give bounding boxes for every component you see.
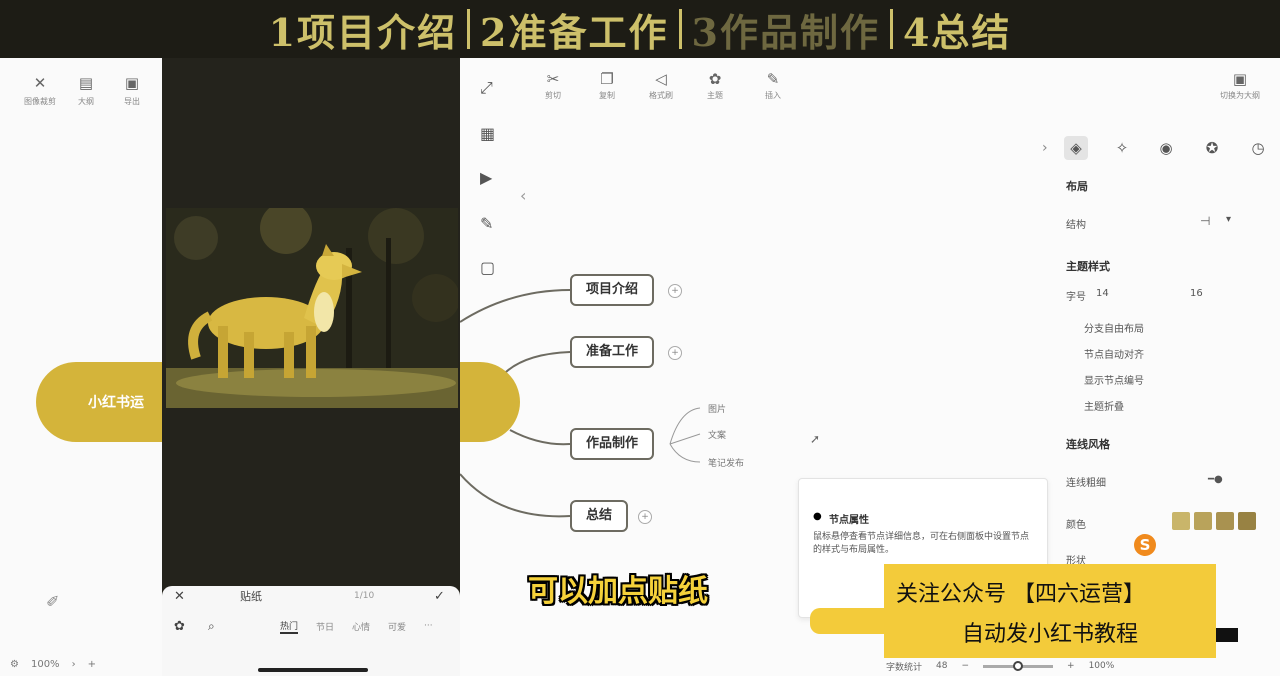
- crop-tool-button[interactable]: ✕ 图像裁剪: [20, 74, 60, 107]
- left-status-bar: ⚙ 100% › +: [0, 652, 162, 676]
- home-indicator: [258, 668, 368, 672]
- node-summary[interactable]: 总结: [570, 500, 629, 532]
- font-size-input[interactable]: 14: [1096, 288, 1109, 299]
- font-size-input-2[interactable]: 16: [1190, 288, 1203, 299]
- zoom-slider[interactable]: [983, 660, 1054, 671]
- structure-label: 结构: [1066, 220, 1086, 231]
- section-theme: 主题样式: [1066, 260, 1110, 273]
- tab-festival[interactable]: 节日: [316, 620, 334, 633]
- subnode-publish[interactable]: 笔记发布: [708, 456, 744, 469]
- option-item[interactable]: 主题折叠: [1084, 398, 1124, 413]
- add-child-icon[interactable]: +: [668, 284, 682, 298]
- zoom-level: 100%: [30, 658, 60, 670]
- left-app-panel: ✕ 图像裁剪 ▤ 大纲 ▣ 导出 小红书运 ✐ ⚙ 100% › +: [0, 58, 196, 676]
- structure-icon[interactable]: ⊣: [1200, 214, 1210, 228]
- sheet-title: 贴纸: [240, 590, 262, 603]
- dog-image: [166, 208, 458, 408]
- word-count-value: 48: [936, 661, 948, 671]
- zoom-value: 100%: [1088, 661, 1115, 671]
- subnode-image[interactable]: 图片: [708, 402, 726, 415]
- layout-icon: ▤: [78, 74, 94, 92]
- node-preparation[interactable]: 准备工作: [570, 336, 655, 368]
- tab-mood[interactable]: 心情: [352, 620, 370, 633]
- sheet-count: 1/10: [354, 591, 375, 601]
- location-tab-icon[interactable]: ◉: [1154, 136, 1178, 160]
- chapter-1: 1项目介绍: [268, 9, 458, 55]
- font-size-label: 字号: [1066, 292, 1086, 303]
- search-icon[interactable]: ⌕: [208, 619, 215, 634]
- tab-cute[interactable]: 可爱: [388, 620, 406, 633]
- zoom-out-icon[interactable]: −: [961, 661, 969, 671]
- icon-tab-icon[interactable]: ✪: [1200, 136, 1224, 160]
- chapter-banner: 1项目介绍 2准备工作 3作品制作 4总结: [0, 0, 1280, 58]
- history-tab-icon[interactable]: ◷: [1246, 136, 1270, 160]
- add-child-icon[interactable]: +: [638, 510, 652, 524]
- close-icon[interactable]: ✕: [174, 589, 185, 604]
- section-line: 连线风格: [1066, 438, 1110, 451]
- promo-line-2: 自动发小红书教程: [962, 622, 1139, 647]
- plus-icon[interactable]: +: [88, 659, 96, 670]
- color-swatch[interactable]: [1172, 512, 1190, 530]
- color-label: 颜色: [1066, 520, 1086, 531]
- settings-icon[interactable]: ⚙: [10, 659, 19, 670]
- pen-icon[interactable]: ✐: [46, 592, 59, 611]
- info-icon: ●: [813, 511, 822, 522]
- more-icon[interactable]: ···: [424, 621, 433, 631]
- section-layout: 布局: [1066, 180, 1088, 193]
- chevron-right-icon[interactable]: ›: [1042, 140, 1048, 156]
- chapter-3: 3作品制作: [691, 9, 880, 55]
- node-production[interactable]: 作品制作: [570, 428, 655, 460]
- dog-photo: [166, 208, 458, 408]
- tab-hot[interactable]: 热门: [280, 619, 299, 634]
- line-width-label: 连线粗细: [1066, 478, 1106, 489]
- line-width-slider[interactable]: ━●: [1208, 474, 1223, 485]
- option-item[interactable]: 分支自由布局: [1084, 320, 1144, 335]
- chevron-right-icon[interactable]: ›: [72, 659, 76, 670]
- video-subtitle: 可以加点贴纸: [528, 574, 708, 609]
- chapter-2: 2准备工作: [480, 9, 669, 55]
- color-swatches: [1172, 512, 1256, 530]
- sticker-sheet: ✕ 贴纸 1/10 ✓ ✿ ⌕ 热门 节日 心情 可爱 ···: [162, 586, 460, 676]
- ime-logo-icon[interactable]: S: [1134, 534, 1156, 556]
- promo-line-1: 关注公众号 【四六运营】: [896, 582, 1145, 607]
- style-tab-icon[interactable]: ◈: [1064, 136, 1088, 160]
- confirm-check-icon[interactable]: ✓: [434, 589, 445, 604]
- mouse-cursor-icon: ➚: [810, 432, 821, 446]
- sticker-icon[interactable]: ✿: [174, 619, 185, 634]
- promo-banner: 关注公众号 【四六运营】 自动发小红书教程: [884, 564, 1216, 658]
- chevron-down-icon[interactable]: ▾: [1226, 214, 1231, 225]
- zoom-in-icon[interactable]: +: [1067, 661, 1075, 671]
- phone-editor-overlay: ✕ 贴纸 1/10 ✓ ✿ ⌕ 热门 节日 心情 可爱 ···: [162, 58, 460, 676]
- export-icon: ▣: [124, 74, 140, 92]
- option-item[interactable]: 节点自动对齐: [1084, 346, 1144, 361]
- subnode-copy[interactable]: 文案: [708, 428, 726, 441]
- status-bar: 字数统计 48 − + 100%: [880, 656, 1280, 676]
- color-swatch-black[interactable]: [1216, 628, 1238, 642]
- promo-tab: [810, 608, 888, 634]
- color-swatch[interactable]: [1238, 512, 1256, 530]
- crop-icon: ✕: [33, 74, 47, 92]
- outline-tool-button[interactable]: ▤ 大纲: [66, 74, 106, 107]
- color-swatch[interactable]: [1194, 512, 1212, 530]
- chapter-4: 4总结: [902, 9, 1012, 55]
- word-count-label: 字数统计: [886, 662, 923, 673]
- add-child-icon[interactable]: +: [668, 346, 682, 360]
- node-project-intro[interactable]: 项目介绍: [570, 274, 655, 306]
- color-swatch[interactable]: [1216, 512, 1234, 530]
- magic-tab-icon[interactable]: ✧: [1110, 136, 1134, 160]
- option-item[interactable]: 显示节点编号: [1084, 372, 1144, 387]
- export-tool-button[interactable]: ▣ 导出: [112, 74, 152, 107]
